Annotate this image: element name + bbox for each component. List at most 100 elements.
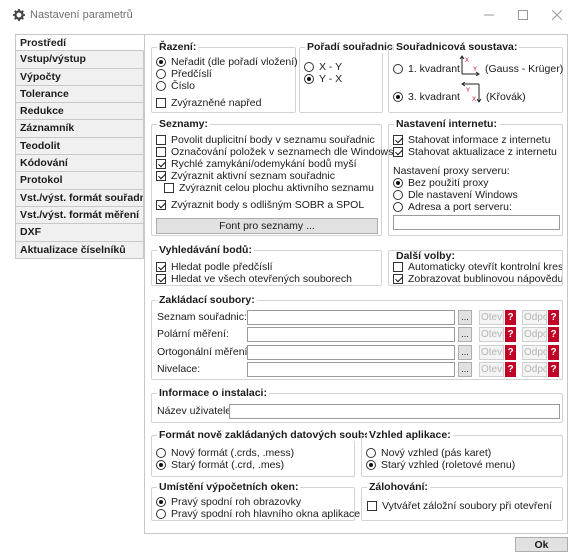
checkbox[interactable]: [156, 262, 166, 272]
ok-button[interactable]: Ok: [515, 537, 568, 552]
zakladaci-open-button-nivelace[interactable]: Otevř: [479, 362, 504, 377]
nav-item-format-souradnic[interactable]: Vst./výst. formát souřadnic: [15, 189, 144, 207]
radio-button[interactable]: [156, 81, 166, 91]
zakladaci-browse-button-ortogonalni[interactable]: ...: [458, 345, 472, 360]
seznamy-oznacovani-checkbox[interactable]: Označování položek v seznamech dle Windo…: [156, 146, 393, 158]
nav-item-dxf[interactable]: DXF: [15, 224, 144, 242]
zakladaci-open-button-polarni[interactable]: Otevř: [479, 327, 504, 342]
radio-button[interactable]: [366, 448, 376, 458]
umisteni-option-obrazovka[interactable]: Pravý spodní roh obrazovky: [156, 496, 301, 508]
zakladaci-browse-button-polarni[interactable]: ...: [458, 327, 472, 342]
format-option-novy[interactable]: Nový formát (.crds, .mess): [156, 447, 294, 459]
soustava-option-kvadrant-1[interactable]: 1. kvadrant: [393, 63, 460, 75]
vzhled-option-stary[interactable]: Starý vzhled (roletové menu): [366, 459, 515, 471]
nav-item-vstup-vystup[interactable]: Vstup/výstup: [15, 51, 144, 69]
font-pro-seznamy-button[interactable]: Font pro seznamy ...: [156, 218, 378, 234]
seznamy-aktivni-checkbox[interactable]: Zvýraznit aktivní seznam souřadnic: [156, 170, 335, 182]
seznamy-sobr-checkbox[interactable]: Zvýraznit body s odlišným SOBR a SPOL: [156, 199, 364, 211]
nav-item-zaznamnik[interactable]: Záznamník: [15, 120, 144, 138]
format-option-stary[interactable]: Starý formát (.crd, .mes): [156, 459, 284, 471]
zakladaci-help-button-seznam[interactable]: ?: [505, 310, 516, 325]
radio-button[interactable]: [304, 62, 314, 72]
zakladaci-help2-button-seznam[interactable]: ?: [548, 310, 559, 325]
nav-item-protokol[interactable]: Protokol: [15, 172, 144, 190]
zakladaci-path-input-seznam[interactable]: [247, 310, 455, 325]
radio-button[interactable]: [156, 448, 166, 458]
checkbox[interactable]: [393, 135, 403, 145]
user-name-input[interactable]: [229, 404, 560, 419]
seznamy-plocha-checkbox[interactable]: Zvýraznit celou plochu aktivního seznamu: [164, 182, 374, 194]
proxy-address-input[interactable]: [393, 215, 560, 230]
dalsi-napoveda-checkbox[interactable]: Zobrazovat bublinovou nápovědu: [393, 273, 562, 285]
zakladaci-help-button-nivelace[interactable]: ?: [505, 362, 516, 377]
radio-button[interactable]: [393, 202, 403, 212]
vyhledavani-vsechny-checkbox[interactable]: Hledat ve všech otevřených souborech: [156, 273, 352, 285]
radio-button[interactable]: [156, 69, 166, 79]
zakladaci-help2-button-nivelace[interactable]: ?: [548, 362, 559, 377]
razeni-highlight-checkbox[interactable]: Zvýrazněné napřed: [156, 97, 261, 109]
vzhled-option-novy[interactable]: Nový vzhled (pás karet): [366, 447, 491, 459]
zakladaci-remove-button-polarni[interactable]: Odpo: [522, 327, 547, 342]
internet-aktualizace-checkbox[interactable]: Stahovat aktualizace z internetu: [393, 146, 557, 158]
zalohovani-checkbox[interactable]: Vytvářet záložní soubory při otevření: [367, 500, 552, 512]
seznamy-duplicitni-checkbox[interactable]: Povolit duplicitní body v seznamu souřad…: [156, 134, 375, 146]
poradi-option-xy[interactable]: X - Y: [304, 61, 342, 73]
zakladaci-open-button-ortogonalni[interactable]: Otevř: [479, 345, 504, 360]
checkbox[interactable]: [393, 274, 403, 284]
zakladaci-browse-button-seznam[interactable]: ...: [458, 310, 472, 325]
nav-item-teodolit[interactable]: Teodolit: [15, 137, 144, 156]
razeni-option-cislo[interactable]: Číslo: [156, 80, 195, 92]
nav-item-format-mereni[interactable]: Vst./výst. formát měření: [15, 206, 144, 225]
zakladaci-path-input-nivelace[interactable]: [247, 362, 455, 377]
radio-button[interactable]: [393, 190, 403, 200]
zakladaci-help-button-ortogonalni[interactable]: ?: [505, 345, 516, 360]
zakladaci-help2-button-ortogonalni[interactable]: ?: [548, 345, 559, 360]
radio-button[interactable]: [156, 509, 166, 519]
zakladaci-remove-button-nivelace[interactable]: Odpo: [522, 362, 547, 377]
checkbox[interactable]: [156, 274, 166, 284]
checkbox[interactable]: [156, 98, 166, 108]
poradi-option-yx[interactable]: Y - X: [304, 73, 342, 85]
radio-button[interactable]: [156, 460, 166, 470]
vyhledavani-predcisli-checkbox[interactable]: Hledat podle předčíslí: [156, 261, 273, 273]
maximize-button[interactable]: [506, 4, 540, 26]
zakladaci-open-button-seznam[interactable]: Otevř: [479, 310, 504, 325]
radio-button[interactable]: [156, 57, 166, 67]
zakladaci-remove-button-seznam[interactable]: Odpo: [522, 310, 547, 325]
checkbox[interactable]: [393, 147, 403, 157]
zakladaci-help2-button-polarni[interactable]: ?: [548, 327, 559, 342]
checkbox[interactable]: [393, 262, 403, 272]
zakladaci-browse-button-nivelace[interactable]: ...: [458, 362, 472, 377]
close-button[interactable]: [540, 4, 570, 26]
radio-button[interactable]: [156, 497, 166, 507]
minimize-button[interactable]: [472, 4, 506, 26]
nav-item-redukce[interactable]: Redukce: [15, 103, 144, 121]
zakladaci-help-button-polarni[interactable]: ?: [505, 327, 516, 342]
nav-item-kodovani[interactable]: Kódování: [15, 155, 144, 173]
radio-button[interactable]: [366, 460, 376, 470]
checkbox[interactable]: [156, 200, 166, 210]
checkbox[interactable]: [367, 501, 377, 511]
nav-item-aktualizace-ciselniku[interactable]: Aktualizace číselníků: [15, 241, 144, 259]
proxy-option-adresa[interactable]: Adresa a port serveru:: [393, 201, 512, 213]
razeni-option-predcisli[interactable]: Předčíslí: [156, 68, 212, 80]
zakladaci-path-input-polarni[interactable]: [247, 327, 455, 342]
internet-informace-checkbox[interactable]: Stahovat informace z internetu: [393, 134, 550, 146]
zakladaci-remove-button-ortogonalni[interactable]: Odpo: [522, 345, 547, 360]
radio-button[interactable]: [393, 64, 403, 74]
radio-button[interactable]: [304, 74, 314, 84]
checkbox[interactable]: [156, 147, 166, 157]
radio-button[interactable]: [393, 178, 403, 188]
umisteni-option-hlavni-okno[interactable]: Pravý spodní roh hlavního okna aplikace: [156, 508, 360, 520]
nav-item-vypocty[interactable]: Výpočty: [15, 68, 144, 86]
razeni-option-neradit[interactable]: Neřadit (dle pořadí vložení): [156, 56, 298, 68]
soustava-option-kvadrant-3[interactable]: 3. kvadrant: [393, 91, 460, 103]
seznamy-zamykani-checkbox[interactable]: Rychlé zamykání/odemykání bodů myší: [156, 158, 357, 170]
proxy-option-windows[interactable]: Dle nastavení Windows: [393, 189, 518, 201]
dalsi-kresba-checkbox[interactable]: Automaticky otevřít kontrolní kresbu: [393, 261, 562, 273]
nav-item-prostredi[interactable]: Prostředí: [15, 34, 144, 52]
checkbox[interactable]: [164, 183, 174, 193]
zakladaci-path-input-ortogonalni[interactable]: [247, 345, 455, 360]
checkbox[interactable]: [156, 171, 166, 181]
nav-item-tolerance[interactable]: Tolerance: [15, 85, 144, 104]
